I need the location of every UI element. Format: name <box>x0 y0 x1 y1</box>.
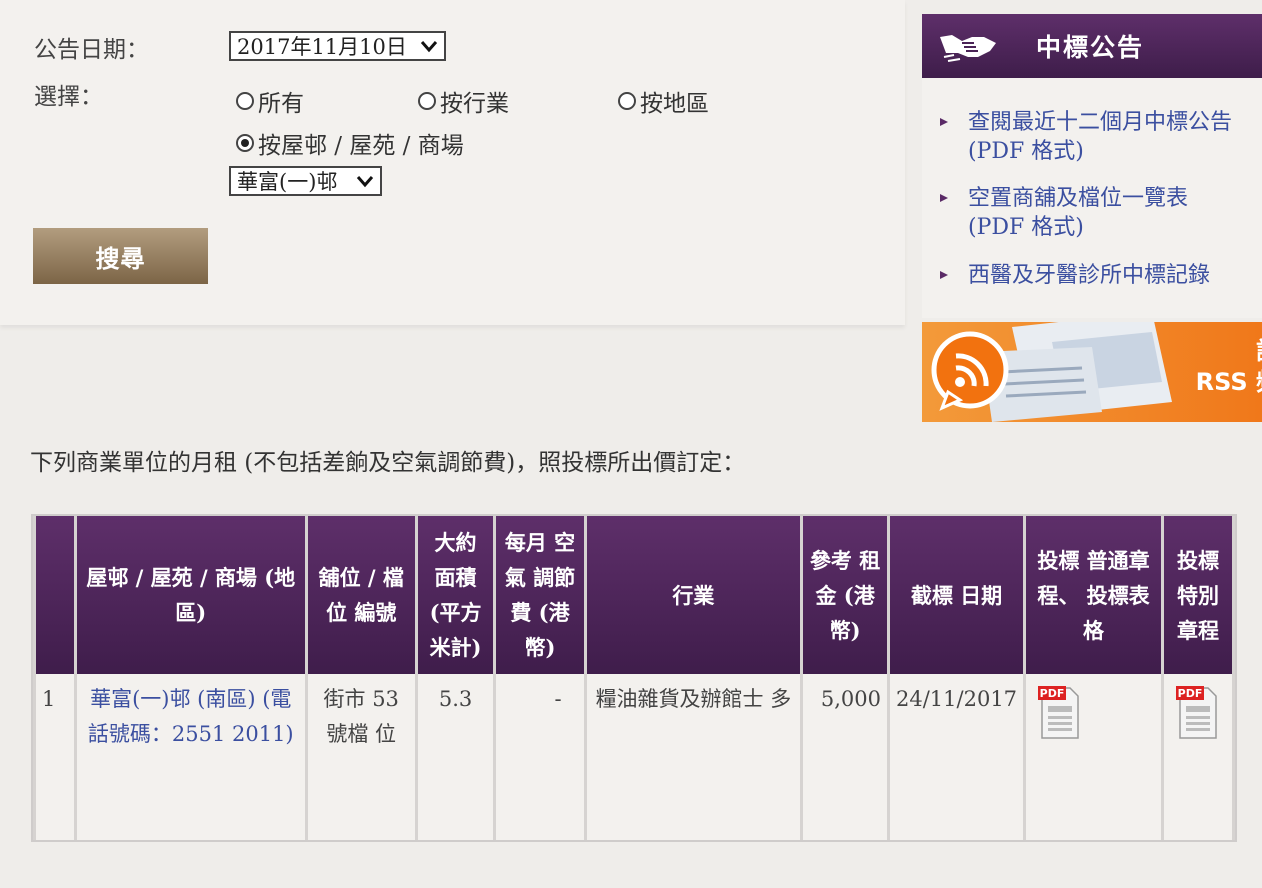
triangle-bullet-icon <box>940 194 948 202</box>
radio-by-district-label: 按地區 <box>640 91 709 117</box>
cell-rent: 5,000 <box>803 674 887 840</box>
radio-circle-icon <box>618 92 636 110</box>
cell-area: 5.3 <box>417 674 494 840</box>
radio-circle-icon <box>236 92 254 110</box>
header-special: 投標 特別 章程 <box>1164 516 1232 674</box>
search-panel: 公告日期： 2017年11月10日 選擇： 所有 按行業 按地區 按屋邨 / 屋… <box>0 0 905 325</box>
radio-by-trade[interactable]: 按行業 <box>418 84 509 118</box>
header-rent: 參考 租金 (港幣) <box>803 516 887 674</box>
cell-special: PDF <box>1164 674 1232 840</box>
results-table: 屋邨 / 屋苑 / 商場 (地區) 舖位 / 檔位 編號 大約 面積 (平方 米… <box>31 514 1237 842</box>
radio-circle-icon <box>418 92 436 110</box>
date-select[interactable]: 2017年11月10日 <box>229 31 446 61</box>
triangle-bullet-icon <box>940 118 948 126</box>
svg-text:PDF: PDF <box>1178 687 1203 700</box>
header-estate: 屋邨 / 屋苑 / 商場 (地區) <box>76 516 305 674</box>
date-select-value: 2017年11月10日 <box>237 35 407 59</box>
link-vacant-shops-label[interactable]: 空置商舖及檔位一覽表 (PDF 格式) <box>968 184 1250 242</box>
link-clinic-records[interactable]: 西醫及牙醫診所中標記錄 <box>940 261 1250 290</box>
header-no <box>36 516 74 674</box>
rss-subscribe-banner[interactable]: 訂閱 RSS 頻道 <box>922 322 1262 422</box>
chevron-down-icon <box>356 176 374 188</box>
radio-all-label: 所有 <box>258 91 304 117</box>
header-shop: 舖位 / 檔位 編號 <box>307 516 415 674</box>
cell-shop: 街市 53號檔 位 <box>307 674 415 840</box>
choice-label: 選擇： <box>34 84 103 110</box>
chevron-down-icon <box>420 41 438 53</box>
radio-selected-icon <box>236 134 254 152</box>
header-trade: 行業 <box>586 516 801 674</box>
award-notice-title: 中標公告 <box>1036 33 1145 62</box>
svg-text:PDF: PDF <box>1040 687 1065 700</box>
header-closing: 截標 日期 <box>890 516 1024 674</box>
pdf-icon[interactable]: PDF <box>1038 684 1082 740</box>
table-header-row: 屋邨 / 屋苑 / 商場 (地區) 舖位 / 檔位 編號 大約 面積 (平方 米… <box>36 516 1232 674</box>
award-notice-links: 查閱最近十二個月中標公告 (PDF 格式) 空置商舖及檔位一覽表 (PDF 格式… <box>922 78 1262 318</box>
radio-all[interactable]: 所有 <box>236 84 304 118</box>
handshake-icon <box>940 35 996 62</box>
triangle-bullet-icon <box>940 271 948 279</box>
cell-trade: 糧油雜貨及辦館士 多 <box>586 674 801 840</box>
header-area: 大約 面積 (平方 米計) <box>417 516 494 674</box>
radio-by-estate[interactable]: 按屋邨 / 屋苑 / 商場 <box>236 126 464 160</box>
link-recent-awards-label[interactable]: 查閱最近十二個月中標公告 (PDF 格式) <box>968 108 1250 166</box>
award-notice-header: 中標公告 <box>922 14 1262 78</box>
cell-ac-fee: - <box>496 674 584 840</box>
estate-select[interactable]: 華富(一)邨 <box>229 166 382 196</box>
radio-by-trade-label: 按行業 <box>440 91 509 117</box>
rss-line2: RSS 頻道 <box>1195 368 1262 396</box>
link-vacant-shops[interactable]: 空置商舖及檔位一覽表 (PDF 格式) <box>940 184 1250 242</box>
cell-closing: 24/11/2017 <box>890 674 1024 840</box>
rss-icon <box>931 331 1009 411</box>
cell-estate-link[interactable]: 華富(一)邨 (南區) (電話號碼：2551 2011) <box>76 674 305 840</box>
results-intro: 下列商業單位的月租 (不包括差餉及空氣調節費)，照投標所出價訂定： <box>30 450 746 476</box>
header-general: 投標 普通章程、 投標表格 <box>1026 516 1162 674</box>
pdf-icon[interactable]: PDF <box>1176 684 1220 740</box>
cell-no: 1 <box>36 674 74 840</box>
link-recent-awards[interactable]: 查閱最近十二個月中標公告 (PDF 格式) <box>940 108 1250 166</box>
rss-line1: 訂閱 <box>1196 336 1262 367</box>
radio-by-estate-label: 按屋邨 / 屋苑 / 商場 <box>258 133 464 159</box>
rss-banner-text: 訂閱 RSS 頻道 <box>1196 336 1262 398</box>
date-label: 公告日期： <box>34 37 149 63</box>
link-clinic-records-label[interactable]: 西醫及牙醫診所中標記錄 <box>968 261 1210 290</box>
search-button[interactable]: 搜尋 <box>33 228 208 284</box>
header-ac-fee: 每月 空氣 調節費 (港幣) <box>496 516 584 674</box>
estate-select-value: 華富(一)邨 <box>237 170 338 194</box>
radio-by-district[interactable]: 按地區 <box>618 84 709 118</box>
table-row: 1 華富(一)邨 (南區) (電話號碼：2551 2011) 街市 53號檔 位… <box>36 674 1232 840</box>
cell-general: PDF <box>1026 674 1162 840</box>
